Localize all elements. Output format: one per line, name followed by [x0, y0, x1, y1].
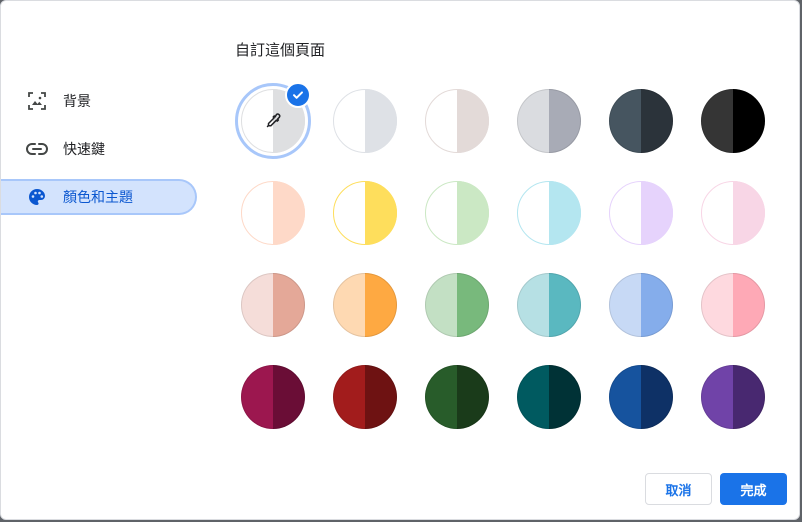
color-swatch[interactable]: [609, 181, 673, 245]
color-swatch[interactable]: [425, 89, 489, 153]
cancel-button[interactable]: 取消: [645, 473, 712, 505]
sidebar-item-label: 快速鍵: [63, 142, 105, 158]
color-swatch[interactable]: [333, 365, 397, 429]
done-button[interactable]: 完成: [720, 473, 787, 505]
palette-icon: [26, 186, 48, 208]
sidebar-item-colors-themes[interactable]: 顏色和主題: [1, 179, 197, 215]
color-swatch[interactable]: [701, 89, 765, 153]
color-swatch[interactable]: [517, 273, 581, 337]
color-swatch[interactable]: [333, 181, 397, 245]
color-swatch[interactable]: [701, 273, 765, 337]
color-swatch[interactable]: [609, 365, 673, 429]
color-swatch[interactable]: [701, 365, 765, 429]
color-swatch[interactable]: [609, 273, 673, 337]
color-swatch[interactable]: [241, 365, 305, 429]
color-swatch[interactable]: [701, 181, 765, 245]
eyedropper-icon: [264, 112, 282, 130]
page-title: 自訂這個頁面: [235, 41, 326, 59]
customize-dialog: 背景 快速鍵 顏色和主題 自訂這個頁面 取消 完成: [0, 0, 800, 520]
color-swatch[interactable]: [333, 273, 397, 337]
color-swatch[interactable]: [241, 273, 305, 337]
color-swatch[interactable]: [333, 89, 397, 153]
custom-color-swatch[interactable]: [235, 82, 311, 159]
sidebar-item-background[interactable]: 背景: [1, 83, 197, 119]
check-icon: [285, 82, 311, 108]
color-swatch[interactable]: [517, 365, 581, 429]
sidebar-item-label: 顏色和主題: [63, 190, 133, 206]
color-swatch[interactable]: [425, 181, 489, 245]
image-icon: [26, 90, 48, 112]
color-swatch[interactable]: [425, 365, 489, 429]
color-swatch[interactable]: [609, 89, 673, 153]
link-icon: [26, 138, 48, 160]
color-swatch-grid: [1, 1, 801, 521]
sidebar-item-label: 背景: [63, 94, 91, 110]
color-swatch[interactable]: [425, 273, 489, 337]
color-swatch[interactable]: [517, 181, 581, 245]
color-swatch[interactable]: [241, 181, 305, 245]
color-swatch[interactable]: [517, 89, 581, 153]
sidebar-item-shortcuts[interactable]: 快速鍵: [1, 131, 197, 167]
